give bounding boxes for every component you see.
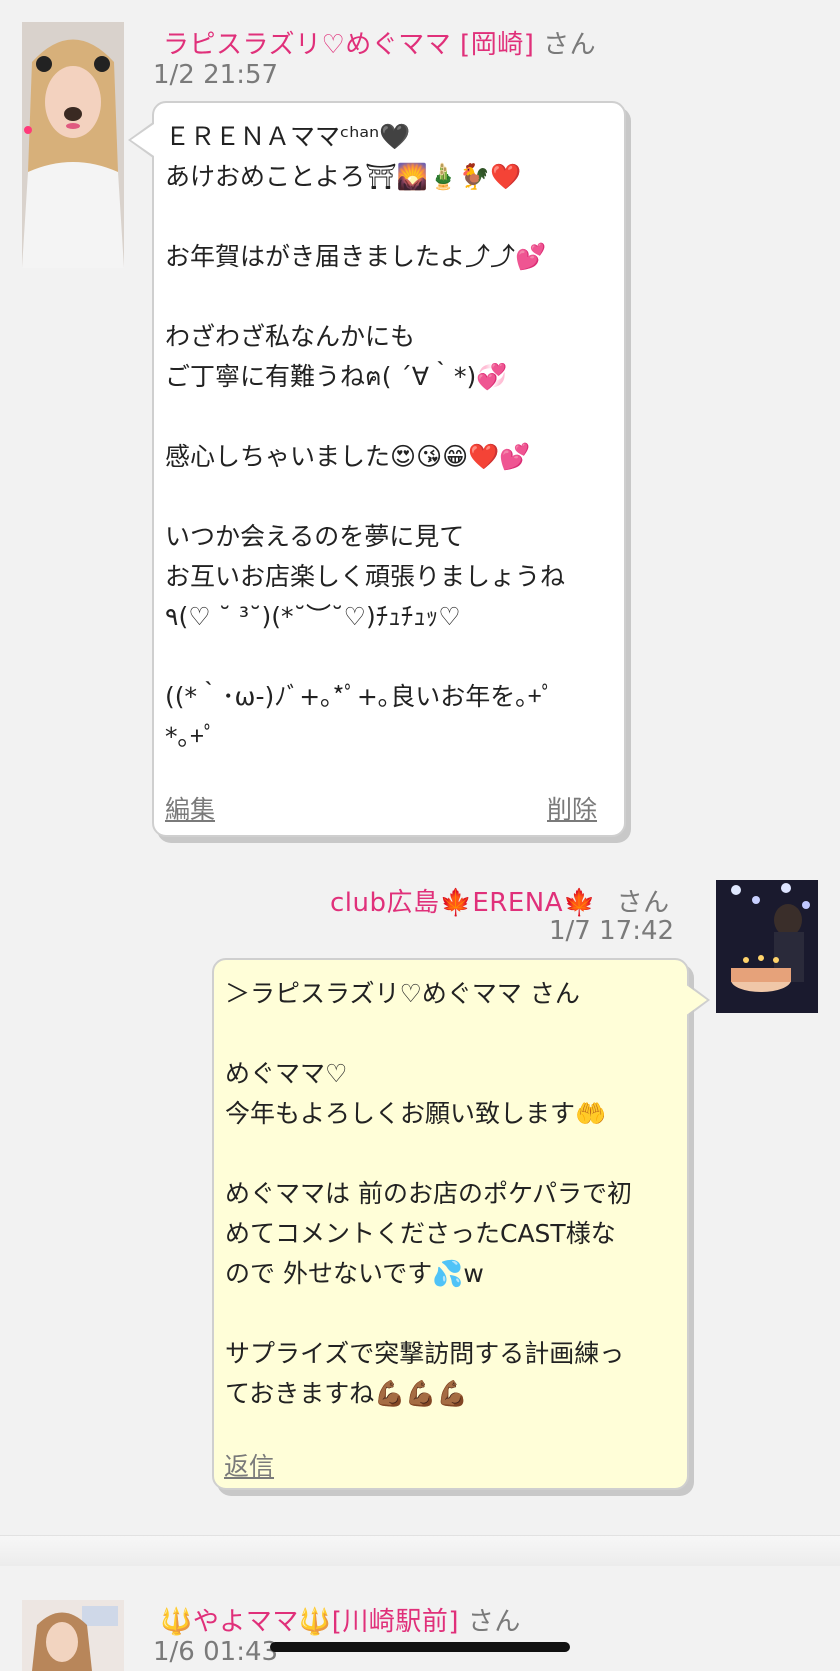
woman-portrait-avatar-icon: [22, 1600, 124, 1671]
sender-name[interactable]: ラピスラズリ♡めぐママ [岡崎]: [163, 30, 534, 60]
sender-avatar[interactable]: [22, 1600, 124, 1671]
home-indicator[interactable]: [270, 1642, 570, 1652]
timestamp: 1/6 01:43: [153, 1637, 279, 1667]
birthday-cake-photo-avatar-icon: [716, 880, 818, 1013]
message-body: ＥＲＥＮＡママᶜʰᵃⁿ🖤 あけおめことよろ⛩🌄🎍🐓❤️ お年賀はがき届きましたよ…: [165, 122, 566, 751]
sender-name[interactable]: 🔱やよママ🔱[川崎駅前]: [160, 1607, 459, 1637]
timestamp: 1/7 17:42: [549, 916, 675, 946]
message-body: ＞ラピスラズリ♡めぐママ さん めぐママ♡ 今年もよろしくお願い致します🤲 めぐ…: [225, 979, 632, 1408]
woman-photo-avatar-icon: [22, 22, 124, 268]
list-divider: [0, 1535, 840, 1566]
honorific: さん: [467, 1607, 521, 1637]
sender-name[interactable]: club広島🍁ERENA🍁: [330, 888, 596, 918]
honorific: さん: [616, 888, 670, 918]
sender-avatar[interactable]: [716, 880, 818, 1013]
bubble-tail-fill: [685, 984, 707, 1016]
reply-link[interactable]: 返信: [224, 1447, 274, 1483]
bubble-tail-fill: [131, 124, 154, 156]
message-header: ラピスラズリ♡めぐママ [岡崎] さん: [163, 24, 596, 61]
edit-link[interactable]: 編集: [165, 790, 215, 826]
message-header: club広島🍁ERENA🍁 さん: [330, 882, 670, 919]
message-header: 🔱やよママ🔱[川崎駅前] さん: [160, 1601, 521, 1638]
delete-link[interactable]: 削除: [547, 790, 597, 826]
honorific: さん: [543, 30, 597, 60]
timestamp: 1/2 21:57: [153, 60, 279, 90]
sender-avatar[interactable]: [22, 22, 124, 268]
